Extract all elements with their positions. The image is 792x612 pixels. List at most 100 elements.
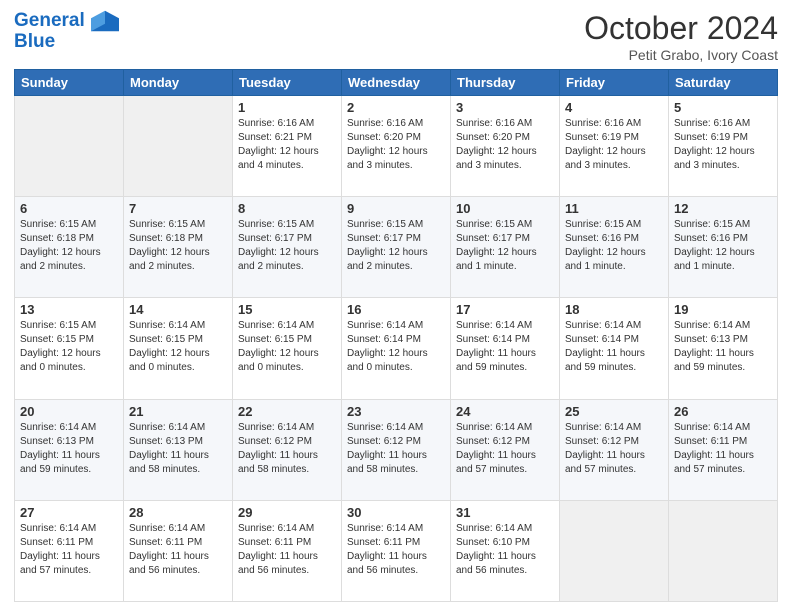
day-number: 29	[238, 505, 336, 520]
day-number: 6	[20, 201, 118, 216]
day-number: 14	[129, 302, 227, 317]
title-block: October 2024 Petit Grabo, Ivory Coast	[584, 10, 778, 63]
day-info: Sunrise: 6:16 AMSunset: 6:20 PMDaylight:…	[456, 117, 554, 173]
calendar-cell: 5 Sunrise: 6:16 AMSunset: 6:19 PMDaylight…	[669, 96, 778, 197]
day-header: Sunday	[15, 70, 124, 96]
calendar-cell: 14 Sunrise: 6:14 AMSunset: 6:15 PMDayligh…	[124, 298, 233, 399]
day-info: Sunrise: 6:15 AMSunset: 6:16 PMDaylight:…	[674, 218, 772, 274]
calendar-cell: 18Sunrise: 6:14 AMSunset: 6:14 PMDayligh…	[560, 298, 669, 399]
day-number: 19	[674, 302, 772, 317]
logo-text: General	[14, 10, 119, 32]
day-header: Friday	[560, 70, 669, 96]
day-number: 13	[20, 302, 118, 317]
calendar-cell	[124, 96, 233, 197]
day-number: 7	[129, 201, 227, 216]
day-number: 5	[674, 100, 772, 115]
day-info: Sunrise: 6:14 AMSunset: 6:10 PMDaylight:…	[456, 522, 554, 578]
day-number: 23	[347, 404, 445, 419]
calendar-cell: 22 Sunrise: 6:14 AMSunset: 6:12 PMDayligh…	[233, 399, 342, 500]
day-number: 28	[129, 505, 227, 520]
day-info: Sunrise: 6:15 AMSunset: 6:18 PMDaylight:…	[20, 218, 118, 274]
calendar-cell: 25 Sunrise: 6:14 AMSunset: 6:12 PMDayligh…	[560, 399, 669, 500]
day-number: 10	[456, 201, 554, 216]
calendar-week-row: 20 Sunrise: 6:14 AMSunset: 6:13 PMDayligh…	[15, 399, 778, 500]
month-title: October 2024	[584, 10, 778, 47]
calendar-cell: 20Sunrise: 6:14 AMSunset: 6:13 PMDayligh…	[15, 399, 124, 500]
calendar-cell: 2 Sunrise: 6:16 AMSunset: 6:20 PMDaylight…	[342, 96, 451, 197]
day-number: 2	[347, 100, 445, 115]
header: General Blue October 2024 Petit Grabo, I…	[14, 10, 778, 63]
calendar-cell: 13 Sunrise: 6:15 AMSunset: 6:15 PMDayligh…	[15, 298, 124, 399]
day-info: Sunrise: 6:14 AMSunset: 6:13 PMDaylight:…	[674, 319, 772, 375]
calendar-cell: 10 Sunrise: 6:15 AMSunset: 6:17 PMDayligh…	[451, 197, 560, 298]
day-info: Sunrise: 6:14 AMSunset: 6:13 PMDaylight:…	[129, 421, 227, 477]
calendar-cell: 31 Sunrise: 6:14 AMSunset: 6:10 PMDayligh…	[451, 500, 560, 601]
location: Petit Grabo, Ivory Coast	[584, 47, 778, 63]
day-number: 4	[565, 100, 663, 115]
calendar-cell	[15, 96, 124, 197]
day-number: 11	[565, 201, 663, 216]
calendar-cell: 26Sunrise: 6:14 AMSunset: 6:11 PMDayligh…	[669, 399, 778, 500]
calendar-cell: 4Sunrise: 6:16 AMSunset: 6:19 PMDaylight…	[560, 96, 669, 197]
day-number: 8	[238, 201, 336, 216]
day-header: Thursday	[451, 70, 560, 96]
day-number: 24	[456, 404, 554, 419]
day-info: Sunrise: 6:16 AMSunset: 6:20 PMDaylight:…	[347, 117, 445, 173]
calendar-cell	[560, 500, 669, 601]
calendar-cell: 15Sunrise: 6:14 AMSunset: 6:15 PMDayligh…	[233, 298, 342, 399]
calendar-cell: 9Sunrise: 6:15 AMSunset: 6:17 PMDaylight…	[342, 197, 451, 298]
calendar-cell: 21 Sunrise: 6:14 AMSunset: 6:13 PMDayligh…	[124, 399, 233, 500]
logo-icon	[91, 10, 119, 32]
logo-line2: Blue	[14, 32, 119, 53]
day-number: 27	[20, 505, 118, 520]
day-info: Sunrise: 6:14 AMSunset: 6:12 PMDaylight:…	[456, 421, 554, 477]
day-info: Sunrise: 6:16 AMSunset: 6:19 PMDaylight:…	[674, 117, 772, 173]
calendar-week-row: 1Sunrise: 6:16 AMSunset: 6:21 PMDaylight…	[15, 96, 778, 197]
day-info: Sunrise: 6:14 AMSunset: 6:14 PMDaylight:…	[347, 319, 445, 375]
calendar-week-row: 6 Sunrise: 6:15 AMSunset: 6:18 PMDaylight…	[15, 197, 778, 298]
logo: General Blue	[14, 10, 119, 53]
calendar-cell: 1Sunrise: 6:16 AMSunset: 6:21 PMDaylight…	[233, 96, 342, 197]
calendar-cell: 3Sunrise: 6:16 AMSunset: 6:20 PMDaylight…	[451, 96, 560, 197]
day-info: Sunrise: 6:15 AMSunset: 6:16 PMDaylight:…	[565, 218, 663, 274]
calendar-week-row: 27 Sunrise: 6:14 AMSunset: 6:11 PMDayligh…	[15, 500, 778, 601]
day-info: Sunrise: 6:15 AMSunset: 6:15 PMDaylight:…	[20, 319, 118, 375]
day-number: 16	[347, 302, 445, 317]
calendar-cell: 30 Sunrise: 6:14 AMSunset: 6:11 PMDayligh…	[342, 500, 451, 601]
day-number: 26	[674, 404, 772, 419]
calendar-cell: 29Sunrise: 6:14 AMSunset: 6:11 PMDayligh…	[233, 500, 342, 601]
calendar-cell: 8 Sunrise: 6:15 AMSunset: 6:17 PMDaylight…	[233, 197, 342, 298]
day-info: Sunrise: 6:14 AMSunset: 6:12 PMDaylight:…	[238, 421, 336, 477]
day-info: Sunrise: 6:14 AMSunset: 6:11 PMDaylight:…	[347, 522, 445, 578]
day-info: Sunrise: 6:14 AMSunset: 6:14 PMDaylight:…	[456, 319, 554, 375]
day-number: 31	[456, 505, 554, 520]
day-number: 22	[238, 404, 336, 419]
calendar-cell	[669, 500, 778, 601]
day-info: Sunrise: 6:15 AMSunset: 6:17 PMDaylight:…	[238, 218, 336, 274]
day-number: 17	[456, 302, 554, 317]
day-number: 12	[674, 201, 772, 216]
day-info: Sunrise: 6:14 AMSunset: 6:15 PMDaylight:…	[129, 319, 227, 375]
day-number: 20	[20, 404, 118, 419]
day-number: 25	[565, 404, 663, 419]
day-number: 30	[347, 505, 445, 520]
day-number: 21	[129, 404, 227, 419]
calendar-body: 1Sunrise: 6:16 AMSunset: 6:21 PMDaylight…	[15, 96, 778, 602]
day-number: 1	[238, 100, 336, 115]
calendar-cell: 16 Sunrise: 6:14 AMSunset: 6:14 PMDayligh…	[342, 298, 451, 399]
day-info: Sunrise: 6:14 AMSunset: 6:12 PMDaylight:…	[565, 421, 663, 477]
day-info: Sunrise: 6:14 AMSunset: 6:11 PMDaylight:…	[129, 522, 227, 578]
day-header: Wednesday	[342, 70, 451, 96]
calendar-header-row: SundayMondayTuesdayWednesdayThursdayFrid…	[15, 70, 778, 96]
day-header: Tuesday	[233, 70, 342, 96]
day-header: Saturday	[669, 70, 778, 96]
day-number: 15	[238, 302, 336, 317]
day-info: Sunrise: 6:15 AMSunset: 6:18 PMDaylight:…	[129, 218, 227, 274]
day-info: Sunrise: 6:15 AMSunset: 6:17 PMDaylight:…	[347, 218, 445, 274]
calendar-cell: 6 Sunrise: 6:15 AMSunset: 6:18 PMDaylight…	[15, 197, 124, 298]
calendar-cell: 28 Sunrise: 6:14 AMSunset: 6:11 PMDayligh…	[124, 500, 233, 601]
calendar-cell: 11 Sunrise: 6:15 AMSunset: 6:16 PMDayligh…	[560, 197, 669, 298]
calendar-cell: 24 Sunrise: 6:14 AMSunset: 6:12 PMDayligh…	[451, 399, 560, 500]
day-info: Sunrise: 6:14 AMSunset: 6:11 PMDaylight:…	[20, 522, 118, 578]
day-info: Sunrise: 6:15 AMSunset: 6:17 PMDaylight:…	[456, 218, 554, 274]
